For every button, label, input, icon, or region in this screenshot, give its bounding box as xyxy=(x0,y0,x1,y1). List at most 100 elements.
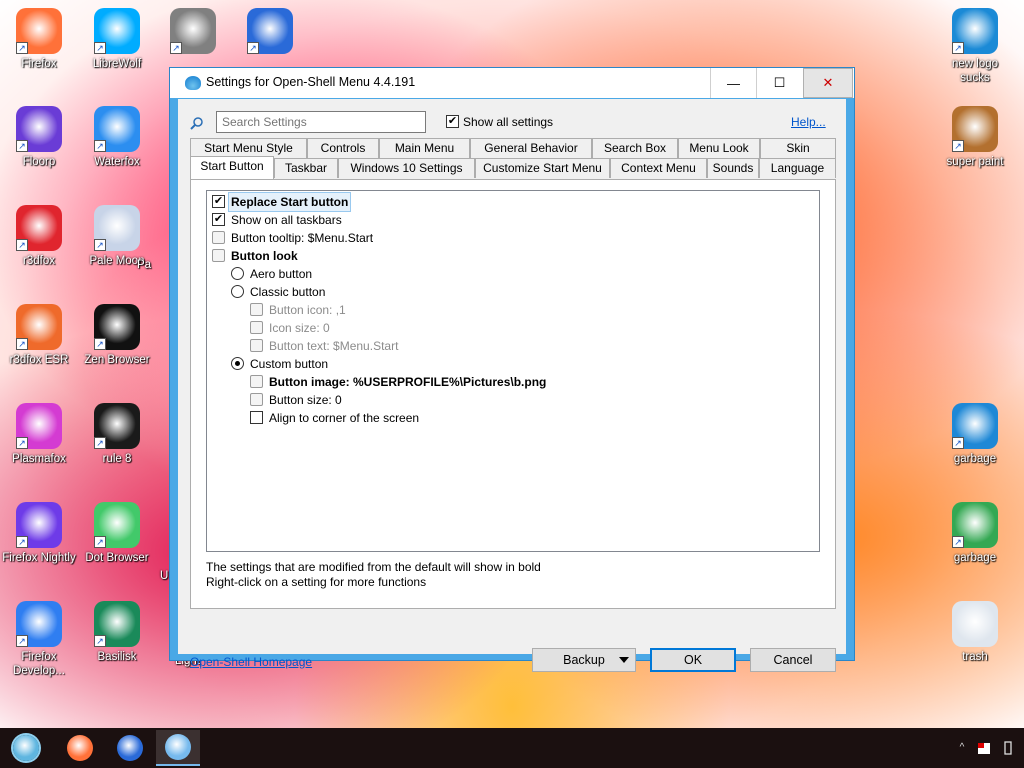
backup-button[interactable]: Backup xyxy=(532,648,636,672)
desktop-icon[interactable]: ↗ Firefox xyxy=(0,8,78,71)
desktop-icon[interactable]: ↗ new logo sucks xyxy=(936,8,1014,85)
settings-tree[interactable]: ✔ Replace Start button ✔ Show on all taskba… xyxy=(206,190,820,552)
shortcut-arrow-icon: ↗ xyxy=(16,437,28,449)
setting-row[interactable]: ✔ Show on all taskbars xyxy=(207,211,807,229)
desktop-icon[interactable]: ↗ Waterfox xyxy=(78,106,156,169)
desktop-icon[interactable]: ↗ Firefox Develop... xyxy=(0,601,78,678)
setting-checkbox[interactable]: ✔ xyxy=(212,195,225,208)
desktop-icon[interactable]: ↗ r3dfox xyxy=(0,205,78,268)
ok-button[interactable]: OK xyxy=(650,648,736,672)
setting-label: Button tooltip: $Menu.Start xyxy=(231,231,374,245)
shortcut-arrow-icon: ↗ xyxy=(16,239,28,251)
desktop-icon[interactable]: ↗ Floorp xyxy=(0,106,78,169)
setting-row[interactable]: Custom button xyxy=(207,355,807,373)
setting-radio[interactable] xyxy=(231,267,244,280)
homepage-link[interactable]: Open-Shell Homepage xyxy=(190,655,312,669)
desktop-icon[interactable]: ↗ xyxy=(154,8,232,57)
setting-row[interactable]: Button tooltip: $Menu.Start xyxy=(207,229,807,247)
recycle-bin-icon xyxy=(952,601,998,647)
tab-general-behavior[interactable]: General Behavior xyxy=(470,138,592,158)
tab-search-box[interactable]: Search Box xyxy=(592,138,678,158)
help-link[interactable]: Help... xyxy=(791,115,826,129)
desktop-icon[interactable]: ↗ Plasmafox xyxy=(0,403,78,466)
setting-radio[interactable] xyxy=(231,285,244,298)
setting-row[interactable]: Button look xyxy=(207,247,807,265)
setting-label: Align to corner of the screen xyxy=(269,411,420,425)
desktop-icon[interactable]: ↗ Dot Browser xyxy=(78,502,156,565)
setting-radio[interactable] xyxy=(231,357,244,370)
setting-row[interactable]: Aero button xyxy=(207,265,807,283)
desktop-icon-label: Floorp xyxy=(22,156,56,168)
firefox-nightly-icon: ↗ xyxy=(16,502,62,548)
desktop-icon-label: Firefox xyxy=(21,58,57,70)
minimize-button[interactable]: — xyxy=(710,68,756,98)
title-bar[interactable]: Settings for Open-Shell Menu 4.4.191 — ☐… xyxy=(170,68,854,98)
security-shield-icon[interactable] xyxy=(976,740,992,756)
show-all-checkbox[interactable]: ✔ xyxy=(446,115,459,128)
setting-row[interactable]: Classic button xyxy=(207,283,807,301)
desktop-icon-label: trash xyxy=(962,651,988,663)
desktop-icon[interactable]: ↗ Basilisk xyxy=(78,601,156,664)
tab-windows-10-settings[interactable]: Windows 10 Settings xyxy=(338,158,475,178)
setting-row[interactable]: Button image: %USERPROFILE%\Pictures\b.p… xyxy=(207,373,807,391)
desktop-icon[interactable]: ↗ xyxy=(231,8,309,57)
taskbar-button[interactable] xyxy=(58,730,102,766)
desktop-icon[interactable]: trash xyxy=(936,601,1014,664)
minimize-icon: — xyxy=(727,75,740,91)
desktop-icon-label: LibreWolf xyxy=(92,58,142,70)
setting-row[interactable]: Button icon: ,1 xyxy=(207,301,807,319)
desktop-icon[interactable]: ↗ garbage xyxy=(936,403,1014,466)
pale-moon-icon: ↗ xyxy=(94,205,140,251)
setting-label: Custom button xyxy=(250,357,329,371)
tab-main-menu[interactable]: Main Menu xyxy=(379,138,470,158)
tab-taskbar[interactable]: Taskbar xyxy=(274,158,338,178)
setting-gear-icon xyxy=(212,231,225,244)
desktop-icon[interactable]: ↗ rule 8 xyxy=(78,403,156,466)
tab-start-menu-style[interactable]: Start Menu Style xyxy=(190,138,307,158)
cancel-button[interactable]: Cancel xyxy=(750,648,836,672)
close-button[interactable]: ✕ xyxy=(803,68,853,98)
desktop-icon[interactable]: ↗ Firefox Nightly xyxy=(0,502,78,565)
show-hidden-icons-button[interactable]: ^ xyxy=(956,741,968,755)
shortcut-arrow-icon: ↗ xyxy=(16,140,28,152)
zen-browser-icon: ↗ xyxy=(94,304,140,350)
tab-customize-start-menu[interactable]: Customize Start Menu xyxy=(475,158,610,178)
usb-device-icon[interactable] xyxy=(1000,740,1016,756)
maximize-button[interactable]: ☐ xyxy=(756,68,802,98)
tab-menu-look[interactable]: Menu Look xyxy=(678,138,760,158)
tab-skin[interactable]: Skin xyxy=(760,138,836,158)
desktop-icon[interactable]: ↗ super paint xyxy=(936,106,1014,169)
start-button[interactable] xyxy=(4,730,48,766)
tab-context-menu[interactable]: Context Menu xyxy=(610,158,707,178)
taskbar-button[interactable] xyxy=(156,730,200,766)
tab-controls[interactable]: Controls xyxy=(307,138,379,158)
setting-row[interactable]: Button size: 0 xyxy=(207,391,807,409)
desktop-icon[interactable]: ↗ r3dfox ESR xyxy=(0,304,78,367)
tab-sounds[interactable]: Sounds xyxy=(707,158,759,178)
close-icon: ✕ xyxy=(822,75,834,90)
shortcut-arrow-icon: ↗ xyxy=(16,536,28,548)
tab-start-button[interactable]: Start Button xyxy=(190,156,274,179)
desktop-icon[interactable]: ↗ garbage xyxy=(936,502,1014,565)
plasmafox-icon: ↗ xyxy=(16,403,62,449)
setting-checkbox[interactable]: ✔ xyxy=(212,213,225,226)
search-input[interactable] xyxy=(216,111,426,133)
setting-checkbox[interactable] xyxy=(250,411,263,424)
taskbar-button[interactable] xyxy=(108,730,152,766)
desktop-icon[interactable]: ↗ LibreWolf xyxy=(78,8,156,71)
setting-label: Button image: %USERPROFILE%\Pictures\b.p… xyxy=(269,375,547,389)
shortcut-arrow-icon: ↗ xyxy=(952,140,964,152)
desktop-icon[interactable]: ↗ Zen Browser xyxy=(78,304,156,367)
setting-row[interactable]: ✔ Replace Start button xyxy=(207,192,807,212)
open-shell-icon xyxy=(185,76,201,90)
setting-row[interactable]: Button text: $Menu.Start xyxy=(207,337,807,355)
settings-window: Settings for Open-Shell Menu 4.4.191 — ☐… xyxy=(169,67,855,672)
dot-browser-icon: ↗ xyxy=(94,502,140,548)
rule8-icon: ↗ xyxy=(94,403,140,449)
setting-row[interactable]: Icon size: 0 xyxy=(207,319,807,337)
vs-logo-icon: ↗ xyxy=(952,8,998,54)
librewolf-icon: ↗ xyxy=(94,8,140,54)
r3dfox-esr-icon: ↗ xyxy=(16,304,62,350)
tab-language[interactable]: Language xyxy=(759,158,836,178)
setting-row[interactable]: Align to corner of the screen xyxy=(207,409,807,427)
